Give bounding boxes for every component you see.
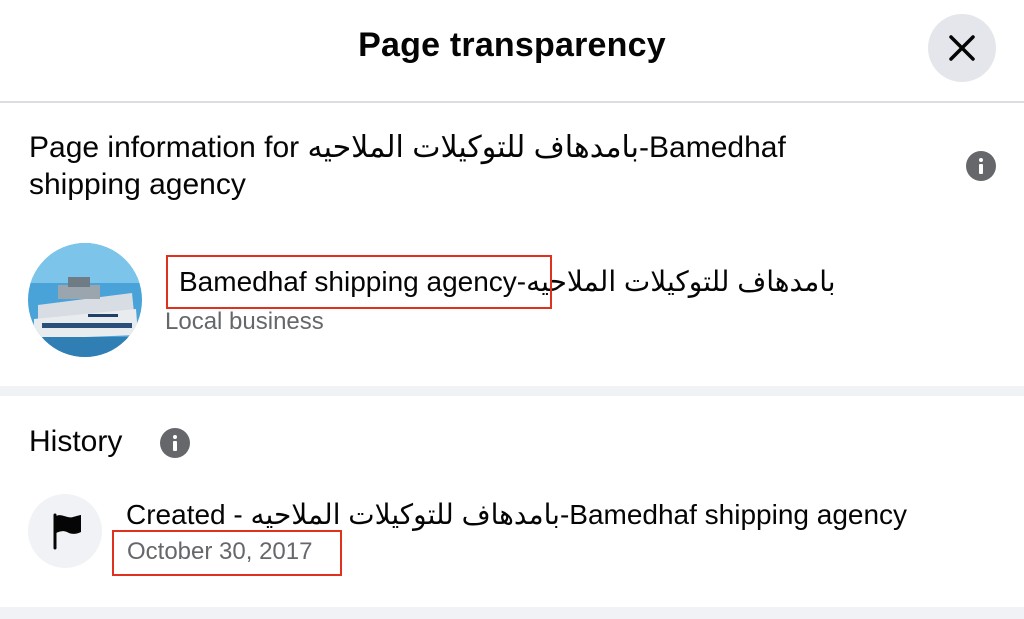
dialog-header: Page transparency [0,0,1024,103]
history-title: History [29,425,123,458]
info-icon[interactable] [966,151,996,181]
date-highlight-box [112,530,342,576]
avatar[interactable] [28,243,142,357]
page-name-highlight-box [166,255,552,309]
section-divider [0,386,1024,396]
history-entry: Created - بامدهاف للتوكيلات الملاحيه-Bam… [126,499,908,530]
close-button[interactable] [928,14,996,82]
close-icon [949,35,975,61]
info-icon[interactable] [160,428,190,458]
page-information-title: Page information for بامدهاف للتوكيلات ا… [29,131,786,201]
page-information-section: Page information for بامدهاف للتوكيلات ا… [0,103,1024,386]
flag-icon-container [28,494,102,568]
dialog-title: Page transparency [358,26,666,64]
history-section: History Created - بامدهاف للتوكيلات المل… [0,396,1024,607]
flag-icon [53,513,81,550]
page-category: Local business [165,308,324,335]
section-divider [0,607,1024,619]
